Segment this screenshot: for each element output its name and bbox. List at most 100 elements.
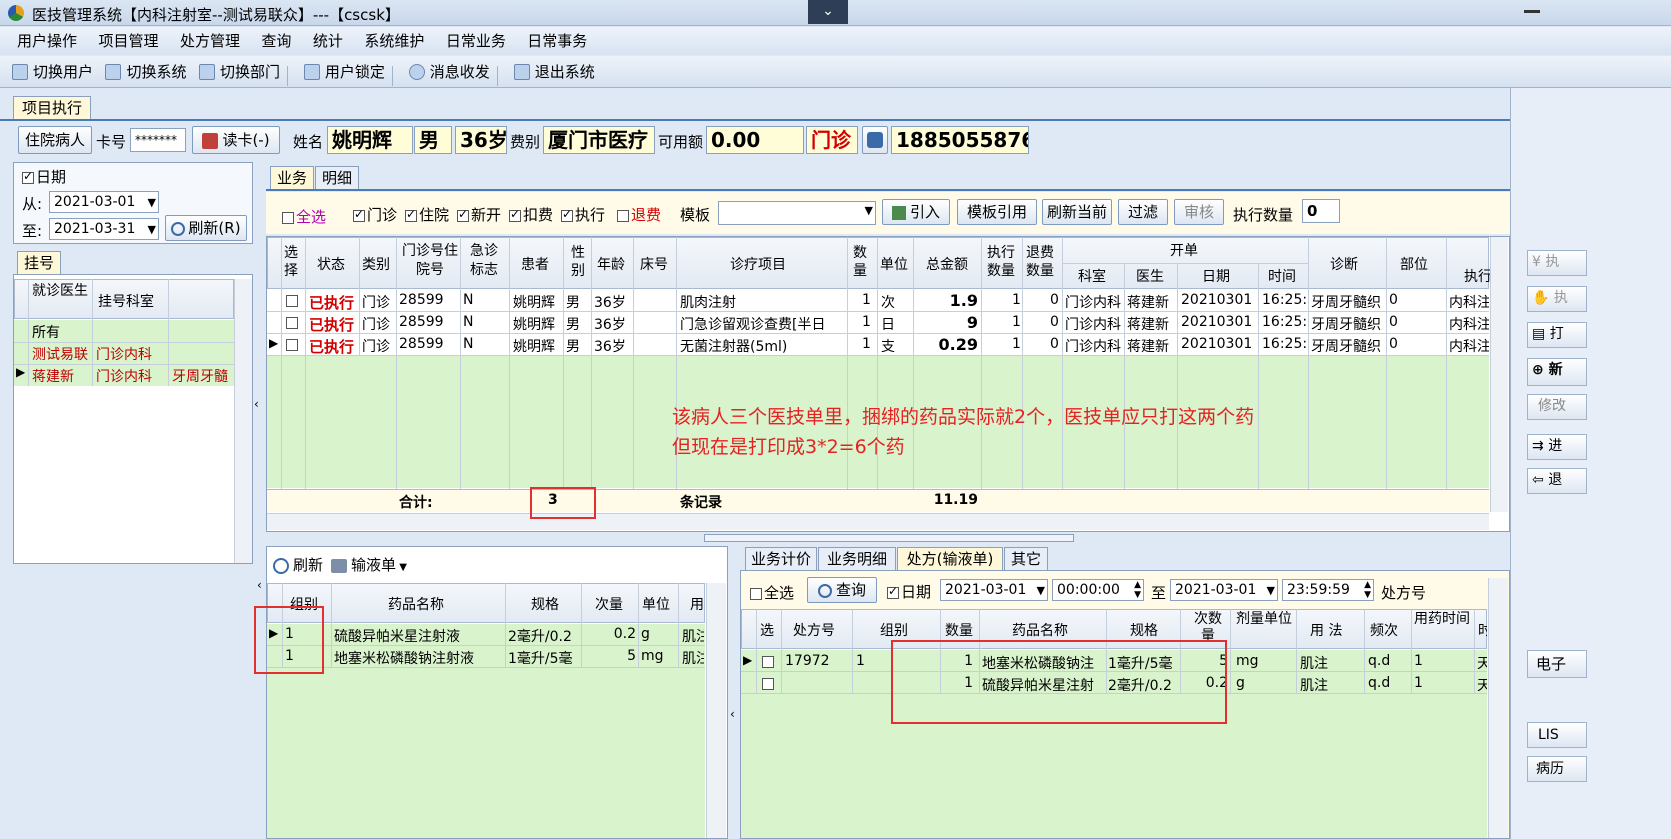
menu-daily-biz[interactable]: 日常业务 [446,27,506,55]
tab-project-exec[interactable]: 项目执行 [13,96,91,120]
tab-register[interactable]: 挂号 [17,251,61,275]
rx-time-from[interactable]: 00:00:00 ▲ ▼ [1052,579,1144,601]
main-grid-scrollbar[interactable] [1490,237,1508,512]
grid-line [267,645,705,646]
row-checkbox[interactable] [286,337,300,353]
messages-button[interactable]: 消息收发 [408,56,490,88]
grid-line [505,583,506,668]
switch-user-button[interactable]: 切换用户 [12,56,93,88]
rx-date-from[interactable]: 2021-03-01 ▼ [940,579,1048,601]
inpatient-button[interactable]: 住院病人 [18,126,92,154]
date-from-picker[interactable]: 2021-03-01 ▼ [49,191,159,213]
register-row-doctor[interactable]: 蒋建新 [32,366,74,386]
from-label: 从: [22,195,43,213]
side-medical-record-button[interactable]: 病历 [1527,756,1587,782]
drug-name: 地塞米松磷酸钠注射液 [334,651,474,667]
read-card-button[interactable]: 读卡(-) [192,126,280,154]
spinner-icon: ▲ ▼ [1134,580,1141,600]
menu-user-ops[interactable]: 用户操作 [17,27,77,55]
refresh-current-button[interactable]: 刷新当前 [1042,199,1112,225]
col-diagnosis: 诊断 [1330,257,1358,273]
side-back-button[interactable]: ⇦ 退 [1527,468,1587,494]
grid-line [638,583,639,668]
drug-refresh-button[interactable]: 刷新 [273,554,323,575]
side-exec2-button[interactable]: ✋ 执 [1527,286,1587,312]
select-all-checkbox[interactable]: 全选 [282,206,326,227]
row-diagnosis: 牙周牙髓织 [1311,295,1381,311]
rx-scrollbar[interactable] [1488,578,1508,838]
charge-checkbox[interactable]: 扣费 [509,204,553,225]
infusion-sheet-button[interactable]: 输液单 ▼ [331,554,407,575]
lock-user-button[interactable]: 用户锁定 [303,56,385,88]
grid-line [14,364,234,365]
import-button[interactable]: 引入 [882,199,950,225]
rx-row-checkbox[interactable] [762,676,776,692]
register-row-all[interactable]: 所有 [32,322,60,342]
switch-system-button[interactable]: 切换系统 [105,56,186,88]
phone-button[interactable] [862,126,888,154]
new-order-checkbox[interactable]: 新开 [457,204,501,225]
date-to-picker[interactable]: 2021-03-31 ▼ [49,218,159,240]
col-time: 时间 [1268,269,1296,285]
tab-detail[interactable]: 明细 [315,166,359,190]
switch-department-button[interactable]: 切换部门 [198,56,280,88]
exit-system-button[interactable]: 退出系统 [513,56,595,88]
row-qty: 1 [862,292,871,308]
col-status: 状态 [317,257,345,273]
filter-button[interactable]: 过滤 [1118,199,1168,225]
tab-prescription[interactable]: 处方(输液单) [897,547,1003,571]
rx-select-all-checkbox[interactable]: 全选 [750,582,794,603]
date-checkbox[interactable]: 日期 [22,166,66,187]
menu-stats[interactable]: 统计 [313,27,343,55]
template-ref-button[interactable]: 模板引用 [957,199,1037,225]
tab-other[interactable]: 其它 [1004,547,1048,571]
drug-scrollbar[interactable] [706,583,726,838]
menu-query[interactable]: 查询 [261,27,291,55]
side-electronic-button[interactable]: 电子 [1527,650,1587,678]
splitter-handle[interactable] [704,534,1074,542]
menu-daily-affairs[interactable]: 日常事务 [527,27,587,55]
rx-row-checkbox[interactable] [762,654,776,670]
refund-checkbox[interactable]: 退费 [617,204,661,225]
side-exec-button[interactable]: ¥ 执 [1527,250,1587,276]
patient-age-field: 36岁 [455,126,507,154]
collapse-chevron-icon[interactable]: ⌄ [808,0,848,24]
side-edit-button[interactable]: 修改 [1527,394,1587,420]
tab-biz-detail[interactable]: 业务明细 [818,547,896,571]
exec-qty-input[interactable]: 0 [1302,199,1340,223]
side-print-button[interactable]: ▤ 打 [1527,322,1587,348]
rx-date-checkbox[interactable]: 日期 [887,581,931,602]
template-select[interactable]: ▼ [718,201,876,225]
row-checkbox[interactable] [286,293,300,309]
register-row-doctor[interactable]: 测试易联 [32,344,88,364]
side-new-button[interactable]: ⊕ 新 [1527,358,1587,386]
minimize-button[interactable] [1524,10,1540,13]
card-number-field[interactable]: ******* [130,128,186,152]
menu-rx-mgmt[interactable]: 处方管理 [180,27,240,55]
rx-date-to[interactable]: 2021-03-01 ▼ [1170,579,1278,601]
row-refund-qty: 0 [1050,292,1059,308]
inpatient-checkbox[interactable]: 住院 [405,204,449,225]
tab-biz-pricing[interactable]: 业务计价 [745,547,817,571]
menu-sys-maint[interactable]: 系统维护 [364,27,424,55]
collapse-left-arrow-icon[interactable]: ‹ [254,397,259,411]
tab-business[interactable]: 业务 [270,166,314,190]
side-enter-button[interactable]: ⇉ 进 [1527,434,1587,460]
grid-line [281,237,282,512]
outpatient-checkbox[interactable]: 门诊 [353,204,397,225]
register-scrollbar[interactable] [234,279,252,563]
horizontal-scrollbar[interactable] [267,513,1489,530]
menu-project-mgmt[interactable]: 项目管理 [98,27,158,55]
side-lis-button[interactable]: LIS [1527,722,1587,748]
rx-time-to[interactable]: 23:59:59 ▲ ▼ [1282,579,1374,601]
row-checkbox[interactable] [286,315,300,331]
visit-type-field: 门诊 [806,126,858,154]
grid-line [28,279,29,386]
collapse-left-arrow-icon[interactable]: ‹ [257,578,262,592]
rx-query-button[interactable]: 查询 [807,577,877,603]
col-visit-no: 门诊号住院号 [402,243,458,278]
audit-button[interactable]: 审核 [1174,199,1224,225]
collapse-left-arrow-icon[interactable]: ‹ [730,707,735,721]
executed-checkbox[interactable]: 执行 [561,204,605,225]
refresh-button[interactable]: 刷新(R) [165,215,247,241]
